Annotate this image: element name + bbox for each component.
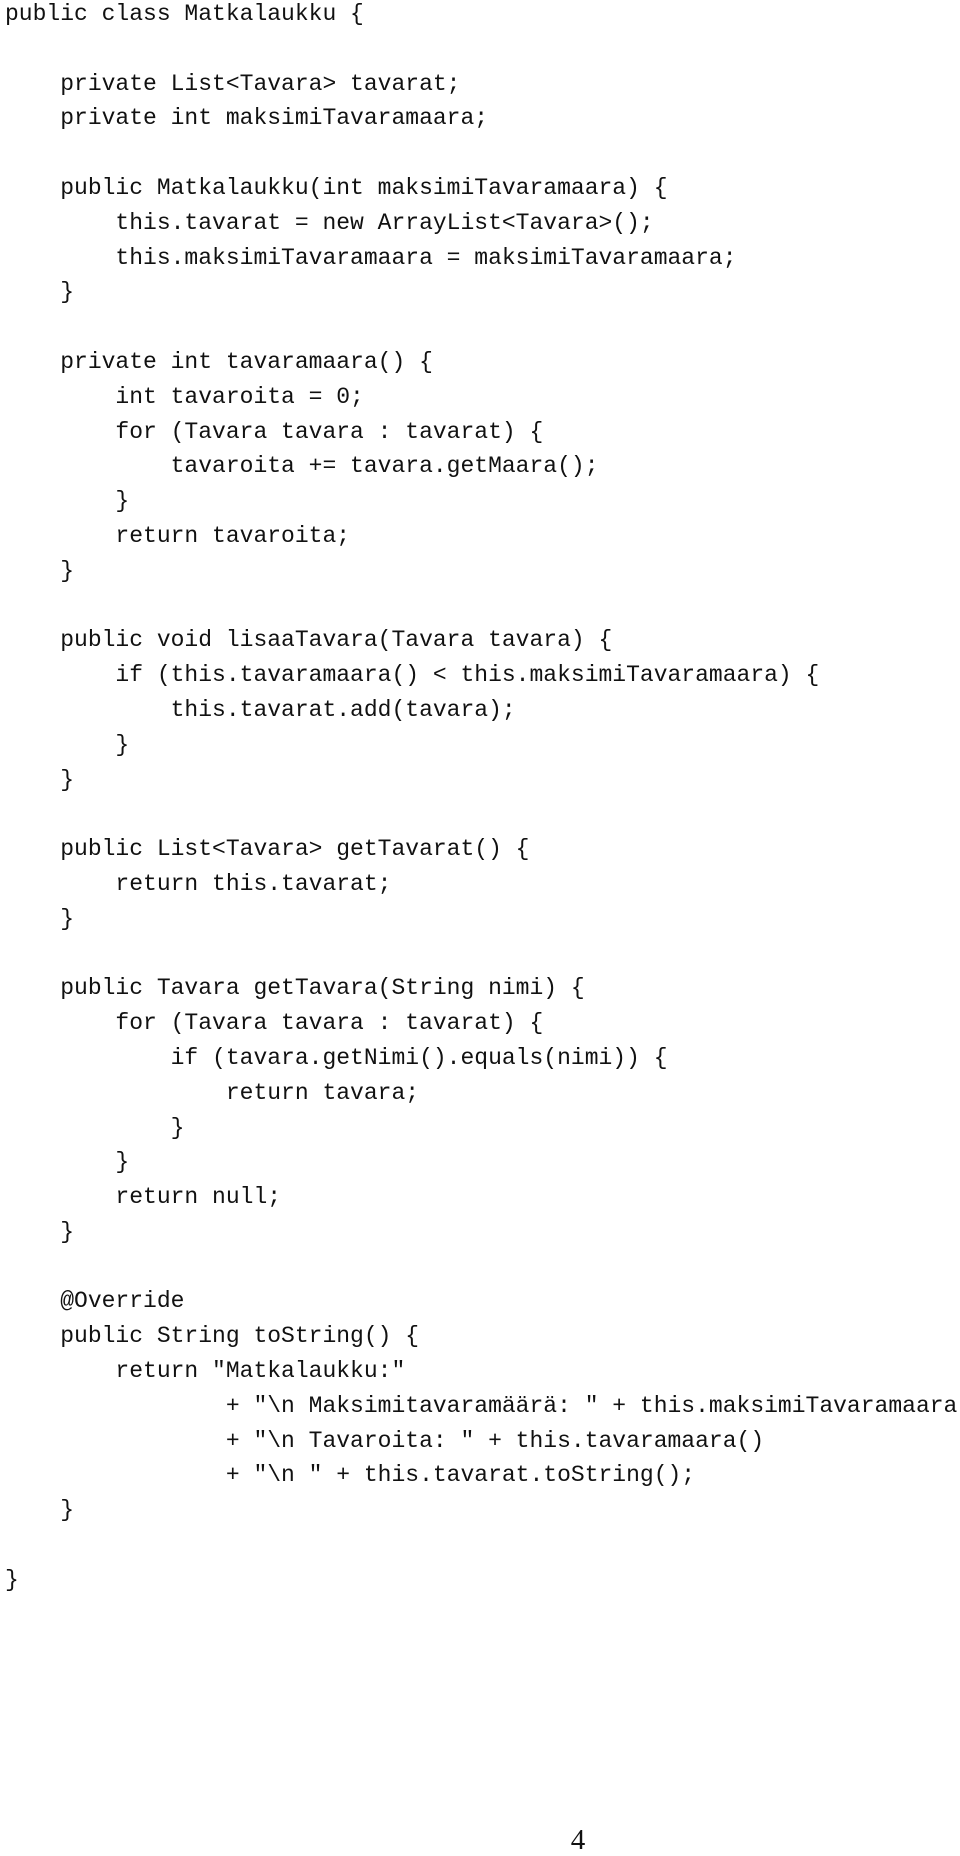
code-line: return "Matkalaukku:": [5, 1358, 406, 1385]
code-line: public void lisaaTavara(Tavara tavara) {: [5, 627, 613, 654]
code-line: for (Tavara tavara : tavarat) {: [5, 418, 544, 445]
code-line: return this.tavarat;: [5, 870, 392, 897]
code-line: public Matkalaukku(int maksimiTavaramaar…: [5, 174, 668, 201]
code-line: }: [5, 1497, 75, 1524]
code-line: public List<Tavara> getTavarat() {: [5, 836, 530, 863]
page-number: 4: [570, 1824, 586, 1856]
code-line: }: [5, 1149, 130, 1176]
code-line: }: [5, 731, 130, 758]
code-line: }: [5, 279, 75, 306]
code-line: private List<Tavara> tavarat;: [5, 70, 461, 97]
code-line: if (tavara.getNimi().equals(nimi)) {: [5, 1044, 668, 1071]
code-line: @Override: [5, 1288, 185, 1315]
code-line: return null;: [5, 1184, 282, 1211]
code-listing: public class Matkalaukku { private List<…: [5, 0, 957, 1598]
code-line: }: [5, 1114, 185, 1141]
code-line: public String toString() {: [5, 1323, 420, 1350]
code-line: }: [5, 905, 75, 932]
code-line: + "\n " + this.tavarat.toString();: [5, 1462, 696, 1489]
code-line: }: [5, 1566, 19, 1593]
code-line: this.tavarat.add(tavara);: [5, 696, 516, 723]
code-line: for (Tavara tavara : tavarat) {: [5, 1010, 544, 1037]
code-line: + "\n Maksimitavaramäärä: " + this.maksi…: [5, 1392, 958, 1419]
code-line: }: [5, 488, 130, 515]
code-line: return tavaroita;: [5, 522, 351, 549]
code-line: }: [5, 557, 75, 584]
code-line: return tavara;: [5, 1079, 420, 1106]
code-line: }: [5, 766, 75, 793]
code-line: public Tavara getTavara(String nimi) {: [5, 975, 585, 1002]
code-line: this.maksimiTavaramaara = maksimiTavaram…: [5, 244, 737, 271]
code-line: this.tavarat = new ArrayList<Tavara>();: [5, 209, 654, 236]
code-line: int tavaroita = 0;: [5, 383, 364, 410]
code-line: tavaroita += tavara.getMaara();: [5, 453, 599, 480]
code-line: + "\n Tavaroita: " + this.tavaramaara(): [5, 1427, 765, 1454]
code-line: public class Matkalaukku {: [5, 1, 364, 27]
code-line: private int tavaramaara() {: [5, 348, 433, 375]
code-line: }: [5, 1218, 75, 1245]
code-line: private int maksimiTavaramaara;: [5, 105, 489, 132]
code-line: if (this.tavaramaara() < this.maksimiTav…: [5, 662, 820, 689]
